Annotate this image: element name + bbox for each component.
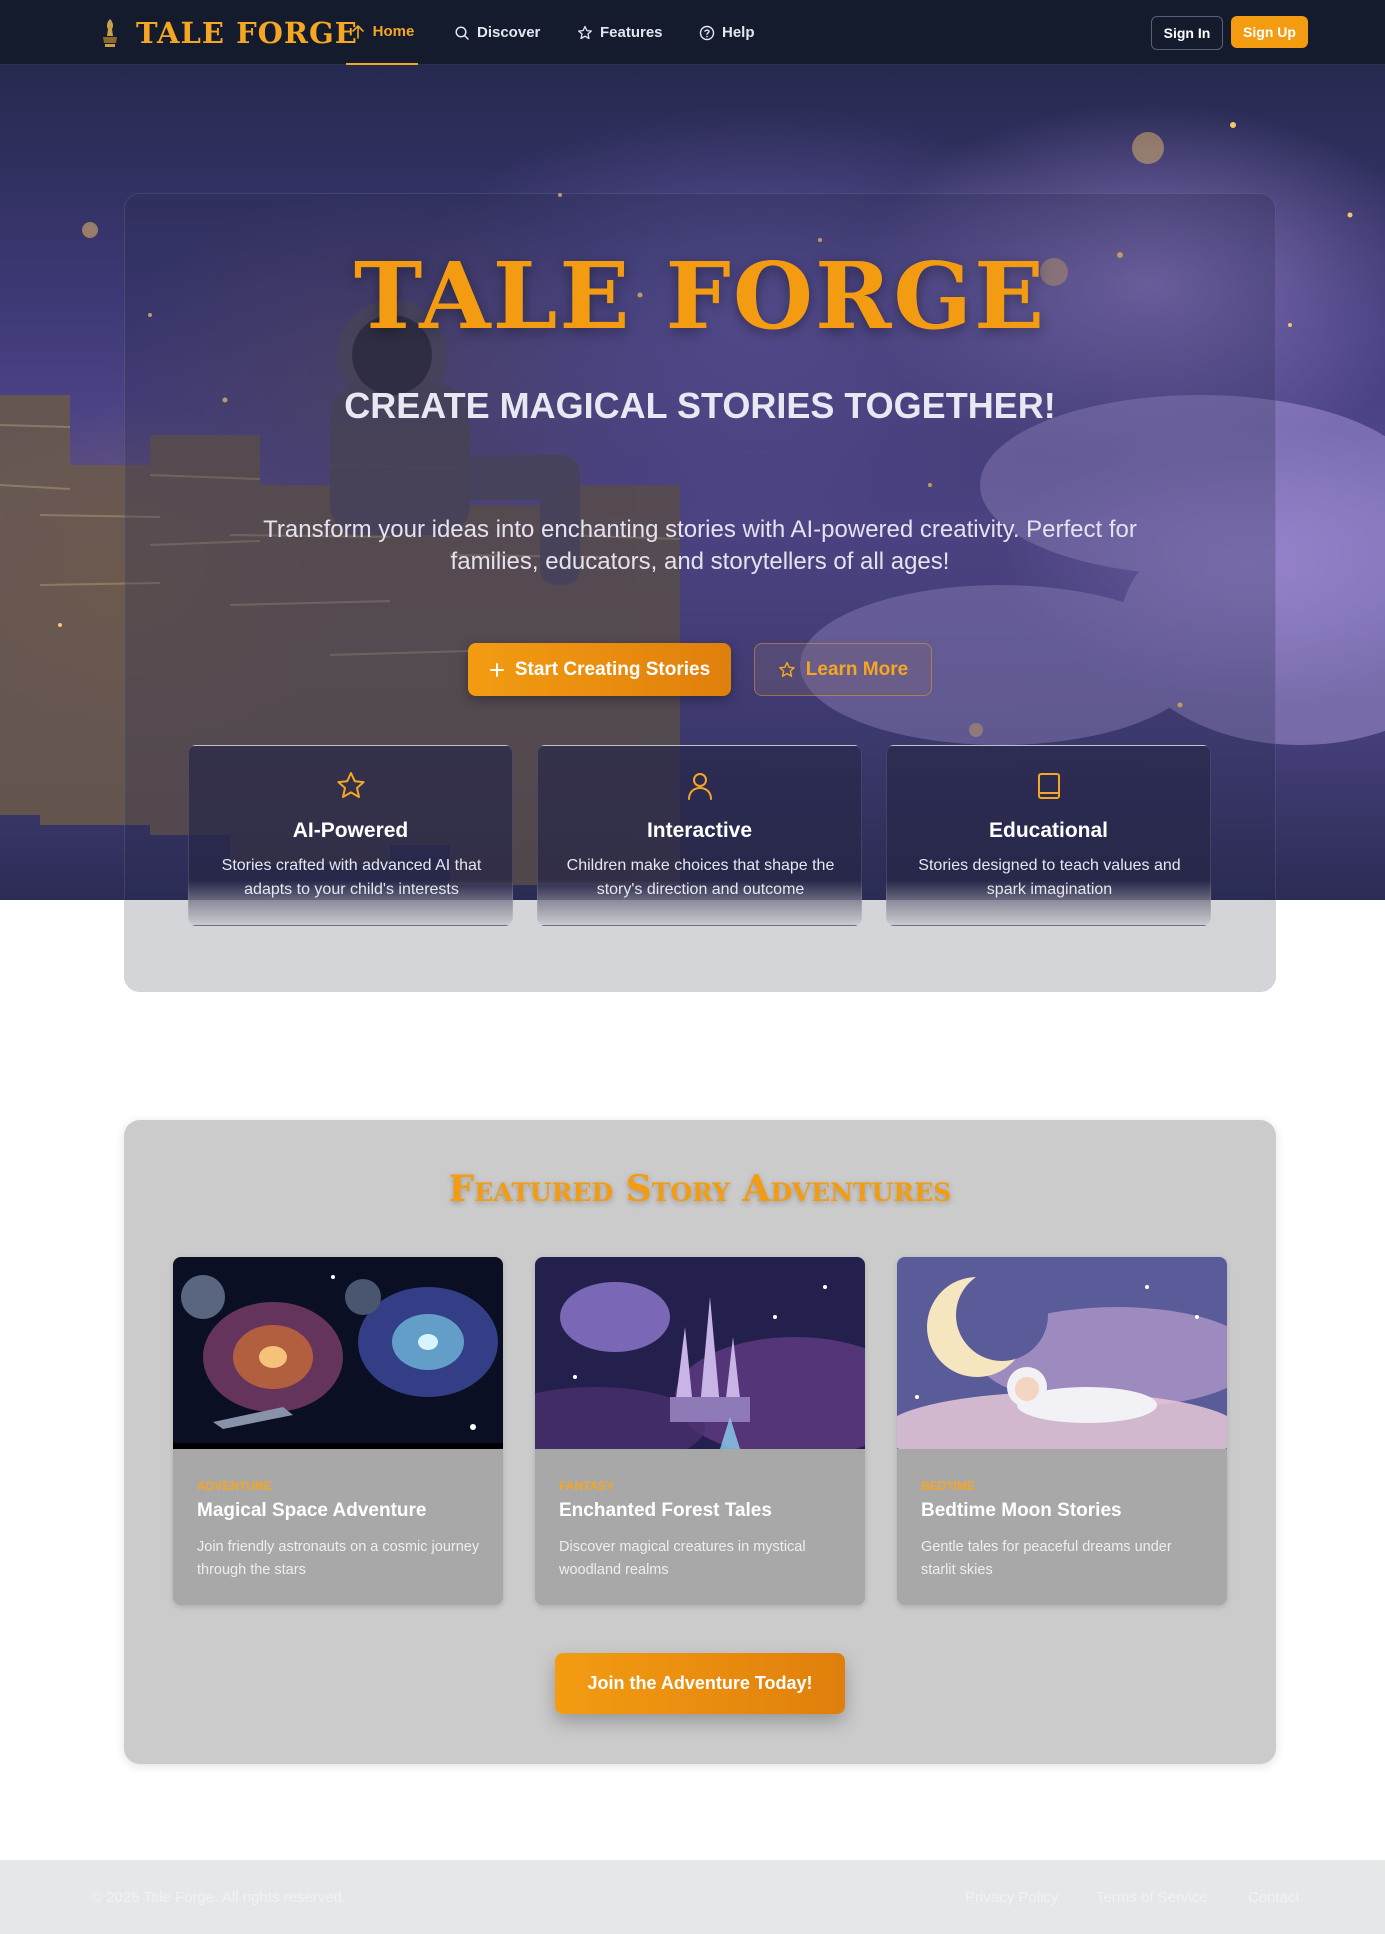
story-category: BEDTIME [921,1479,975,1493]
nav-features-label: Features [600,24,663,41]
story-title: Bedtime Moon Stories [921,1500,1122,1521]
feature-title: AI-Powered [292,819,409,842]
space-adventure-image [173,1257,503,1449]
nav-features[interactable]: Features [577,0,663,65]
feature-description: Stories crafted with advanced AI that ad… [221,857,482,898]
join-adventure-button[interactable]: Join the Adventure Today! [555,1653,845,1714]
hero-description: Transform your ideas into enchanting sto… [263,516,1137,575]
sign-in-button[interactable]: Sign In [1151,16,1223,50]
footer-copyright: © 2025 Tale Forge. All rights reserved. [91,1889,347,1906]
story-card-moon[interactable]: BEDTIME Bedtime Moon Stories Gentle tale… [897,1257,1227,1605]
story-category: ADVENTURE [197,1479,272,1493]
brand-logo-icon [103,19,117,47]
help-circle-icon [699,25,715,40]
feature-description: Children make choices that shape the sto… [566,857,835,898]
nav-home[interactable]: Home [346,0,418,65]
star-icon [778,661,795,677]
star-icon [336,772,365,798]
story-card-forest[interactable]: FANTASY Enchanted Forest Tales Discover … [535,1257,865,1605]
learn-more-button[interactable]: Learn More [754,643,932,696]
feature-card-interactive: Interactive Children make choices that s… [537,745,862,926]
home-icon [351,24,364,39]
brand[interactable]: TALE FORGE [98,13,358,53]
footer-link-contact[interactable]: Contact [1248,1889,1300,1906]
story-description: Gentle tales for peaceful dreams under s… [921,1539,1172,1578]
story-category: FANTASY [559,1479,615,1493]
start-creating-button[interactable]: Start Creating Stories [468,643,731,696]
footer-link-privacy[interactable]: Privacy Policy [965,1889,1058,1906]
story-card-space[interactable]: ADVENTURE Magical Space Adventure Join f… [173,1257,503,1605]
learn-more-label: Learn More [805,658,909,680]
start-creating-label: Start Creating Stories [514,658,711,680]
story-title: Enchanted Forest Tales [559,1500,772,1521]
nav-discover-label: Discover [477,24,541,41]
plus-icon [489,662,504,677]
footer-link-terms[interactable]: Terms of Service [1096,1889,1208,1906]
feature-title: Interactive [646,819,753,842]
story-title: Magical Space Adventure [197,1500,427,1521]
story-description: Discover magical creatures in mystical w… [559,1539,806,1578]
enchanted-forest-image [535,1257,865,1449]
nav-discover[interactable]: Discover [454,0,540,65]
nav-help-label: Help [722,24,755,41]
user-icon [687,773,712,800]
featured-section-title: Featured Story Adventures [448,1168,952,1210]
book-icon [1037,773,1060,799]
footer: © 2025 Tale Forge. All rights reserved. … [0,1860,1385,1934]
brand-name: TALE FORGE [136,16,358,50]
bedtime-moon-image [897,1257,1227,1449]
story-description: Join friendly astronauts on a cosmic jou… [197,1539,480,1578]
top-navbar: TALE FORGE Home Discover Features Help S… [0,0,1385,65]
search-icon [455,25,469,40]
hero-subtitle: CREATE MAGICAL STORIES TOGETHER! [344,385,1056,426]
nav-home-label: Home [372,23,415,40]
sign-up-button[interactable]: Sign Up [1231,16,1308,48]
feature-description: Stories designed to teach values and spa… [918,857,1181,898]
featured-stories-section: Featured Story Adventures ADVENTURE Magi… [124,1120,1276,1764]
star-icon [578,25,592,39]
feature-card-educational: Educational Stories designed to teach va… [886,745,1211,926]
hero-title: TALE FORGE [353,242,1047,350]
nav-help[interactable]: Help [699,0,755,65]
feature-title: Educational [988,819,1109,842]
feature-card-ai-powered: AI-Powered Stories crafted with advanced… [188,745,513,926]
